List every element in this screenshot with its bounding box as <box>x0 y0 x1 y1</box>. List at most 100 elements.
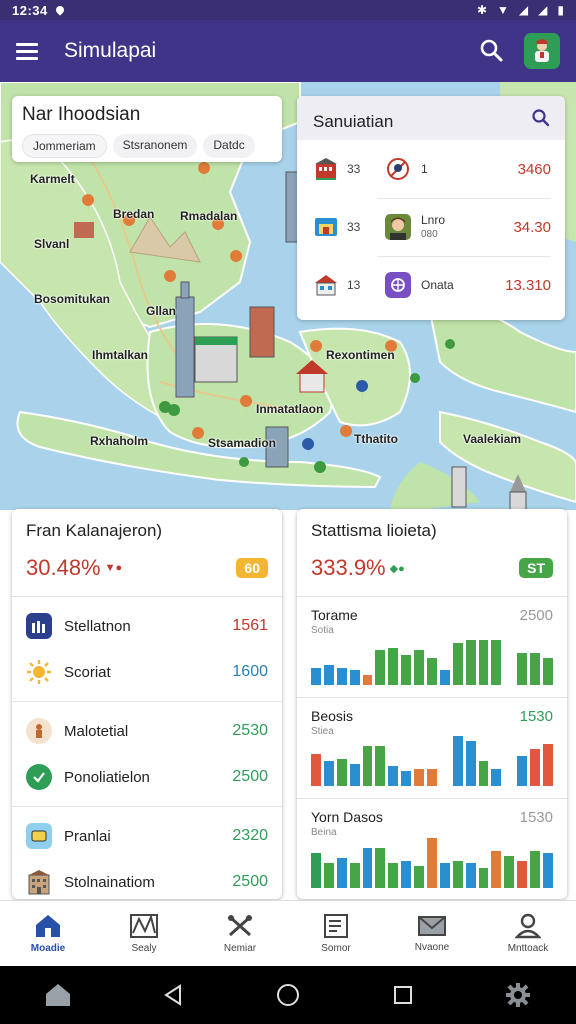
row-value: 34.30 <box>513 218 551 236</box>
chart-bar <box>375 650 386 685</box>
chart-bar <box>491 850 502 888</box>
chart-bar <box>414 865 425 888</box>
map-label: Vaalekiam <box>463 432 522 446</box>
mini-chart-title: Beosis <box>311 708 354 724</box>
stat-value: 2530 <box>232 722 268 739</box>
bar-chart-icon <box>26 613 52 639</box>
chart-bar <box>336 667 347 685</box>
chart-bar <box>452 736 463 786</box>
chart-bar <box>543 743 553 786</box>
stat-item[interactable]: Stellatnon 1561 <box>26 603 268 649</box>
map-label: Rmadalan <box>180 209 238 223</box>
home-circle-icon[interactable] <box>273 980 303 1010</box>
stat-value: 2320 <box>232 827 268 844</box>
panel-title: Fran Kalanajeron) <box>26 521 163 540</box>
chart-bar <box>336 858 347 888</box>
simulation-row[interactable]: 13 Onata 13.310 <box>297 256 565 314</box>
mini-chart[interactable]: Beosis Stiea 1530 <box>297 698 567 799</box>
chart-bar <box>478 761 489 786</box>
panel-badge: ST <box>519 558 553 578</box>
gear-icon[interactable] <box>503 980 533 1010</box>
chart-bar <box>465 640 476 685</box>
system-nav-bar <box>0 966 576 1024</box>
app-title: Simulapai <box>64 39 157 62</box>
chart-bar <box>388 647 399 685</box>
map-label: Slvanl <box>34 237 70 251</box>
chart-bar <box>491 768 502 786</box>
simulation-row[interactable]: 33 Lnro 080 34.30 <box>297 198 565 256</box>
recents-icon[interactable] <box>388 980 418 1010</box>
mini-chart[interactable]: Torame Sotia 2500 <box>297 597 567 698</box>
mini-chart-title: Torame <box>311 607 358 623</box>
stat-label: Ponoliatielon <box>64 768 150 786</box>
chart-bar <box>543 657 553 685</box>
stat-value: 1561 <box>232 617 268 634</box>
mail-icon <box>418 916 446 936</box>
chip-filter-2[interactable]: Stsranonem <box>112 134 198 158</box>
home-icon <box>36 915 60 937</box>
home-icon[interactable] <box>43 980 73 1010</box>
search-icon[interactable] <box>531 108 551 133</box>
stats-panel-right: Stattisma lioieta) 333.9% ◆● ST Torame S… <box>297 509 567 899</box>
location-icon <box>54 4 66 16</box>
mini-chart-value: 1530 <box>519 809 553 826</box>
nav-tab-2[interactable]: Sealy <box>96 901 192 966</box>
stat-label: Pranlai <box>64 827 111 845</box>
map-label: Inmatatlaon <box>256 402 324 416</box>
chart-bar <box>323 863 334 888</box>
chip-filter-1[interactable]: Jommeriam <box>22 134 107 158</box>
chart-bar <box>323 665 334 685</box>
check-circle-icon <box>26 764 52 790</box>
stat-item[interactable]: Scoriat 1600 <box>26 649 268 695</box>
mini-chart-subtitle: Beina <box>311 827 337 838</box>
back-icon[interactable] <box>158 980 188 1010</box>
stat-item[interactable]: Stolnainatiom 2500 <box>26 859 268 899</box>
chart-bar <box>311 753 321 786</box>
chart-bar <box>336 758 347 786</box>
chart-icon <box>130 913 158 938</box>
mini-chart-bars <box>311 635 553 685</box>
mini-chart-bars <box>311 838 553 888</box>
nav-tab-3[interactable]: Nemiar <box>192 901 288 966</box>
nav-tab-5[interactable]: Nvaone <box>384 901 480 966</box>
chart-bar <box>311 667 321 685</box>
sun-icon <box>26 659 52 685</box>
chart-bar <box>439 863 450 888</box>
row-sub: 080 <box>421 228 438 240</box>
document-icon <box>324 914 348 938</box>
chart-bar <box>452 860 463 888</box>
chart-bar <box>375 746 386 786</box>
signal-icon-2: ◢ <box>538 3 548 17</box>
simulation-card: Sanuiatian 33 1 3460 33 Lnro 080 34.30 13… <box>297 96 565 320</box>
map-label: Ihmtalkan <box>92 348 149 362</box>
chip-filter-3[interactable]: Datdc <box>203 134 255 158</box>
stat-item[interactable]: Malotetial 2530 <box>26 708 268 754</box>
stat-item[interactable]: Ponoliatielon 2500 <box>26 754 268 800</box>
chart-bar <box>349 863 360 888</box>
chart-bar <box>311 853 321 888</box>
search-icon[interactable] <box>478 37 506 65</box>
row-value: 3460 <box>517 160 551 178</box>
mini-chart[interactable]: Yorn Dasos Beina 1530 <box>297 799 567 899</box>
row-level: 33 <box>347 162 361 176</box>
nav-tab-home[interactable]: Moadie <box>0 901 96 966</box>
chart-bar <box>517 756 528 786</box>
status-time: 12:34 <box>12 2 48 18</box>
mini-chart-value: 1530 <box>519 708 553 725</box>
tools-icon <box>228 915 252 937</box>
chart-bar <box>452 642 463 685</box>
map-filter-chips: Jommeriam Stsranonem Datdc <box>22 134 272 158</box>
avatar[interactable] <box>524 33 560 69</box>
menu-icon[interactable] <box>16 39 38 64</box>
mini-chart-bars <box>311 736 553 786</box>
nav-tab-label: Nemiar <box>223 943 257 954</box>
map-label: Rexontimen <box>326 348 395 362</box>
nav-tab-4[interactable]: Somor <box>288 901 384 966</box>
simulation-row[interactable]: 33 1 3460 <box>297 140 565 198</box>
row-name: Lnro 080 <box>421 212 446 241</box>
nav-tab-label: Nvaone <box>414 942 450 953</box>
stat-item[interactable]: Pranlai 2320 <box>26 813 268 859</box>
row-name-text: Lnro <box>421 212 446 227</box>
nav-tab-6[interactable]: Mnttoack <box>480 901 576 966</box>
panel-percent: 333.9% <box>311 555 386 580</box>
